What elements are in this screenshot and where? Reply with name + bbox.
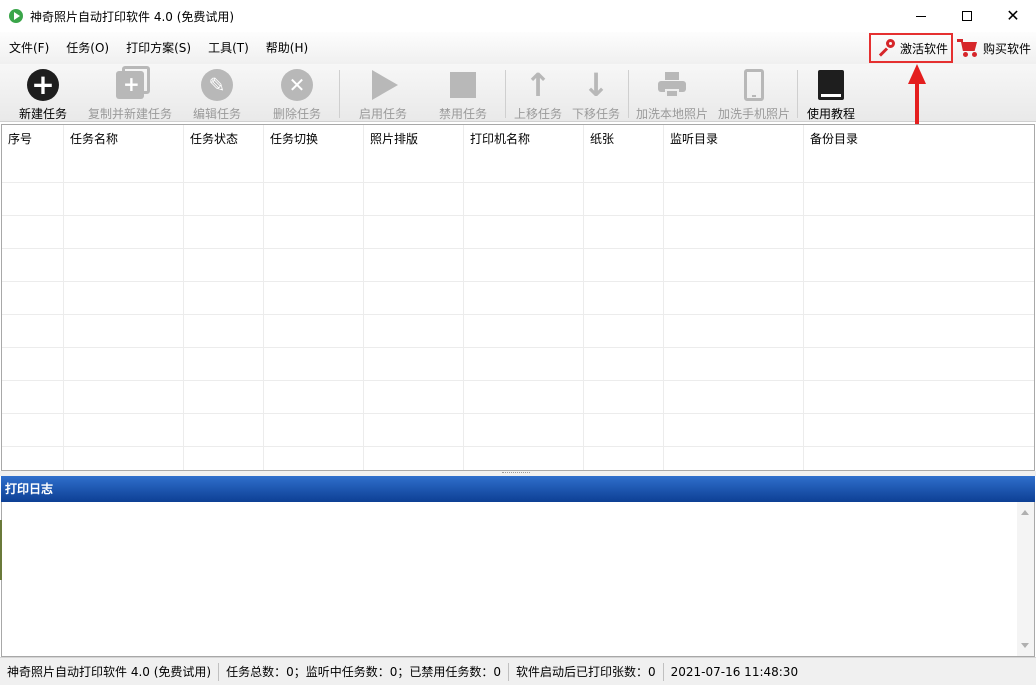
column-header-task-switch[interactable]: 任务切换 [264,125,364,155]
toolbar: + 新建任务 + 复制并新建任务 ✎ 编辑任务 ✕ 删除任务 启用任务 禁用任务… [0,64,1036,122]
add-local-photos-label: 加洗本地照片 [635,107,708,121]
menu-bar: 文件(F) 任务(O) 打印方案(S) 工具(T) 帮助(H) 激活软件 购买软… [0,32,1036,64]
scroll-up-icon[interactable] [1021,510,1029,515]
annotation-arrow-icon [908,64,926,126]
delete-task-label: 删除任务 [272,107,321,121]
column-header-photo-layout[interactable]: 照片排版 [364,125,464,155]
table-row [2,182,1034,215]
table-header: 序号 任务名称 任务状态 任务切换 照片排版 打印机名称 纸张 监听目录 备份目… [2,125,1034,155]
table-row [2,314,1034,347]
minimize-icon [916,15,926,17]
status-bar: 神奇照片自动打印软件 4.0 (免费试用) 任务总数：0；监听中任务数：0；已禁… [0,657,1036,685]
maximize-button[interactable] [944,0,990,32]
copy-new-task-label: 复制并新建任务 [87,107,172,121]
move-up-label: 上移任务 [513,107,562,121]
buy-software-label: 购买软件 [983,41,1032,56]
move-down-button[interactable]: ↓ 下移任务 [567,64,625,122]
copy-plus-icon: + [116,66,150,99]
print-log-area[interactable] [1,502,1035,657]
stop-icon [450,72,476,98]
log-scrollbar[interactable] [1017,502,1034,656]
table-row [2,347,1034,380]
menu-file[interactable]: 文件(F) [0,32,57,64]
activate-software-button[interactable]: 激活软件 [869,33,953,63]
move-down-label: 下移任务 [571,107,620,121]
phone-icon [744,69,764,101]
play-icon [372,70,398,100]
add-local-photos-button[interactable]: 加洗本地照片 [634,64,710,122]
title-bar: 神奇照片自动打印软件 4.0 (免费试用) ✕ [0,0,1036,32]
maximize-icon [962,11,972,21]
new-task-button[interactable]: + 新建任务 [14,64,72,122]
delete-circle-icon: ✕ [281,69,313,101]
edit-task-label: 编辑任务 [192,107,241,121]
table-row [2,215,1034,248]
toolbar-separator [339,70,340,118]
window-edge-decoration [0,520,2,580]
column-header-watch-folder[interactable]: 监听目录 [664,125,804,155]
activate-software-label: 激活软件 [900,41,949,56]
disable-task-button[interactable]: 禁用任务 [434,64,492,122]
status-printed-count: 软件启动后已打印张数：0 [509,662,664,681]
toolbar-separator [505,70,506,118]
tutorial-button[interactable]: 使用教程 [802,64,860,122]
key-icon [877,39,895,57]
menu-task[interactable]: 任务(O) [57,32,117,64]
table-row [2,413,1034,446]
column-header-task-status[interactable]: 任务状态 [184,125,264,155]
arrow-down-icon: ↓ [582,66,610,104]
column-header-printer-name[interactable]: 打印机名称 [464,125,584,155]
column-header-task-name[interactable]: 任务名称 [64,125,184,155]
toolbar-separator [797,70,798,118]
tutorial-label: 使用教程 [806,107,855,121]
table-row [2,248,1034,281]
edit-task-button[interactable]: ✎ 编辑任务 [188,64,246,122]
column-header-index[interactable]: 序号 [2,125,64,155]
enable-task-label: 启用任务 [358,107,407,121]
menu-tools[interactable]: 工具(T) [199,32,257,64]
move-up-button[interactable]: ↑ 上移任务 [509,64,567,122]
status-app-name: 神奇照片自动打印软件 4.0 (免费试用) [0,662,220,681]
menu-print-scheme[interactable]: 打印方案(S) [117,32,199,64]
printer-icon [658,72,686,98]
window-title: 神奇照片自动打印软件 4.0 (免费试用) [30,9,235,24]
edit-icon: ✎ [201,69,233,101]
book-icon [818,70,844,100]
table-row [2,446,1034,470]
menu-help[interactable]: 帮助(H) [257,32,316,64]
toolbar-separator [628,70,629,118]
plus-circle-icon: + [27,69,59,101]
arrow-up-icon: ↑ [524,66,552,104]
app-icon [9,9,23,23]
add-phone-photos-label: 加洗手机照片 [717,107,790,121]
buy-software-button[interactable]: 购买软件 [955,33,1035,63]
status-datetime: 2021-07-16 11:48:30 [670,664,799,679]
disable-task-label: 禁用任务 [438,107,487,121]
close-icon: ✕ [1006,6,1020,25]
print-log-header: 打印日志 [1,476,1035,502]
table-row [2,281,1034,314]
new-task-label: 新建任务 [18,107,67,121]
delete-task-button[interactable]: ✕ 删除任务 [268,64,326,122]
table-row [2,380,1034,413]
column-header-backup-folder[interactable]: 备份目录 [804,125,1034,155]
minimize-button[interactable] [898,0,944,32]
status-task-counts: 任务总数：0；监听中任务数：0；已禁用任务数：0 [219,662,509,681]
cart-icon [957,38,979,58]
add-phone-photos-button[interactable]: 加洗手机照片 [716,64,792,122]
enable-task-button[interactable]: 启用任务 [354,64,412,122]
copy-new-task-button[interactable]: + 复制并新建任务 [85,64,175,122]
scroll-down-icon[interactable] [1021,643,1029,648]
column-header-paper[interactable]: 纸张 [584,125,664,155]
task-table[interactable]: 序号 任务名称 任务状态 任务切换 照片排版 打印机名称 纸张 监听目录 备份目… [1,124,1035,471]
close-button[interactable]: ✕ [990,0,1036,32]
